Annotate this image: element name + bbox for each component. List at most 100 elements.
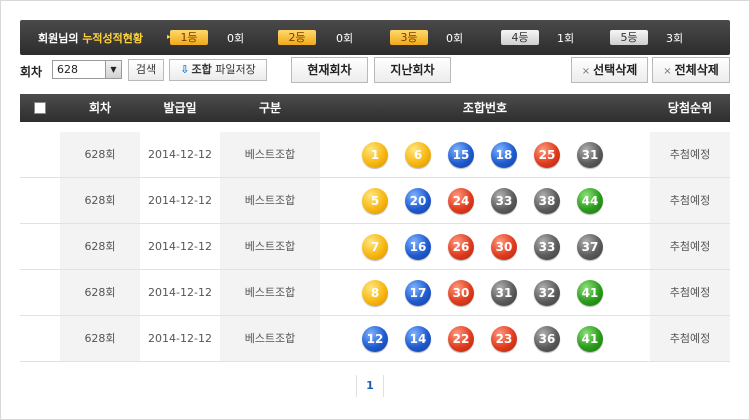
lotto-ball: 15 xyxy=(448,142,474,168)
search-button-label: 검색 xyxy=(135,63,157,76)
header-numbers: 조합번호 xyxy=(462,101,508,115)
close-icon: × xyxy=(663,66,672,77)
row-type: 베스트조합 xyxy=(220,132,320,177)
row-rank: 추첨예정 xyxy=(650,132,730,177)
current-round-label: 현재회차 xyxy=(307,63,352,77)
lotto-ball: 8 xyxy=(362,280,388,306)
row-issue-date: 2014-12-12 xyxy=(148,194,212,207)
lotto-ball: 38 xyxy=(534,188,560,214)
header-round: 회차 xyxy=(88,101,112,115)
lotto-ball: 30 xyxy=(491,234,517,260)
row-type: 베스트조합 xyxy=(220,270,320,315)
lotto-ball: 24 xyxy=(448,188,474,214)
table-row[interactable]: 628회 2014-12-12 베스트조합 추첨예정 1 6 15 18 25 31 xyxy=(20,132,730,178)
delete-selected-button[interactable]: × 선택삭제 xyxy=(571,57,648,83)
row-round: 628회 xyxy=(60,270,140,315)
table-row[interactable]: 628회 2014-12-12 베스트조합 추첨예정 12 14 22 23 36 41 xyxy=(20,316,730,362)
summary-title: 회원님의 누적성적현황 xyxy=(38,30,143,46)
rank-badge-3: 3등 xyxy=(390,30,428,45)
row-round: 628회 xyxy=(60,316,140,361)
chevron-down-icon[interactable]: ▼ xyxy=(105,61,121,78)
row-rank: 추첨예정 xyxy=(650,178,730,223)
lotto-ball: 14 xyxy=(405,326,431,352)
lotto-ball: 23 xyxy=(491,326,517,352)
header-rank: 당첨순위 xyxy=(667,101,713,115)
table-row[interactable]: 628회 2014-12-12 베스트조합 추첨예정 5 20 24 33 38 44 xyxy=(20,178,730,224)
lotto-ball: 31 xyxy=(491,280,517,306)
table-row[interactable]: 628회 2014-12-12 베스트조합 추첨예정 7 16 26 30 33 37 xyxy=(20,224,730,270)
close-icon: × xyxy=(581,66,591,77)
lotto-ball: 20 xyxy=(405,188,431,214)
row-issue-date: 2014-12-12 xyxy=(148,332,212,345)
lotto-number-balls: 7 16 26 30 33 37 xyxy=(362,234,620,260)
round-select[interactable]: 628 ▼ xyxy=(52,60,122,79)
delete-selected-label: 선택삭제 xyxy=(593,63,638,77)
row-round: 628회 xyxy=(60,224,140,269)
row-rank: 추첨예정 xyxy=(650,224,730,269)
lotto-ball: 18 xyxy=(491,142,517,168)
row-type: 베스트조합 xyxy=(220,224,320,269)
summary-title-highlight: 누적성적현황 xyxy=(82,32,144,45)
header-issue-date: 발급일 xyxy=(163,101,197,115)
past-round-button[interactable]: 지난회차 xyxy=(374,57,451,83)
lotto-ball: 41 xyxy=(577,280,603,306)
table-header: 회차 발급일 구분 조합번호 당첨순위 xyxy=(20,94,730,122)
round-label: 회차 xyxy=(20,65,43,79)
lotto-ball: 22 xyxy=(448,326,474,352)
lotto-ball: 5 xyxy=(362,188,388,214)
lotto-number-balls: 12 14 22 23 36 41 xyxy=(362,326,620,352)
rank-count-5: 3회 xyxy=(666,32,684,45)
lotto-ball: 7 xyxy=(362,234,388,260)
rank-count-3: 0회 xyxy=(446,32,464,45)
rank-count-4: 1회 xyxy=(557,32,575,45)
rank-badge-4: 4등 xyxy=(501,30,539,45)
page-number-current[interactable]: 1 xyxy=(356,375,384,397)
round-select-value: 628 xyxy=(57,63,78,76)
lotto-number-balls: 8 17 30 31 32 41 xyxy=(362,280,620,306)
cumulative-results-bar: 회원님의 누적성적현황 ▸ 1등 0회 2등 0회 3등 0회 4등 1회 5등… xyxy=(20,20,730,55)
lotto-ball: 1 xyxy=(362,142,388,168)
lotto-ball: 44 xyxy=(577,188,603,214)
row-issue-date: 2014-12-12 xyxy=(148,286,212,299)
lotto-ball: 26 xyxy=(448,234,474,260)
lotto-ball: 16 xyxy=(405,234,431,260)
table-row[interactable]: 628회 2014-12-12 베스트조합 추첨예정 8 17 30 31 32 41 xyxy=(20,270,730,316)
lotto-ball: 41 xyxy=(577,326,603,352)
rank-badge-5: 5등 xyxy=(610,30,648,45)
lotto-number-balls: 1 6 15 18 25 31 xyxy=(362,142,620,168)
lotto-ball: 33 xyxy=(491,188,517,214)
current-round-button[interactable]: 현재회차 xyxy=(291,57,368,83)
lotto-ball: 36 xyxy=(534,326,560,352)
header-type: 구분 xyxy=(258,101,282,115)
rank-badge-2: 2등 xyxy=(278,30,316,45)
delete-all-label: 전체삭제 xyxy=(674,63,719,77)
lotto-ball: 30 xyxy=(448,280,474,306)
lotto-ball: 31 xyxy=(577,142,603,168)
row-round: 628회 xyxy=(60,178,140,223)
rank-count-1: 0회 xyxy=(227,32,245,45)
save-button-label-bold: 조합 xyxy=(191,63,212,76)
delete-all-button[interactable]: × 전체삭제 xyxy=(652,57,730,83)
rank-count-2: 0회 xyxy=(336,32,354,45)
combination-table: 회차 발급일 구분 조합번호 당첨순위 628회 2014-12-12 베스트조합 추… xyxy=(20,94,730,362)
rank-badge-1: 1등 xyxy=(170,30,208,45)
lotto-ball: 37 xyxy=(577,234,603,260)
row-rank: 추첨예정 xyxy=(650,270,730,315)
lotto-ball: 6 xyxy=(405,142,431,168)
row-type: 베스트조합 xyxy=(220,178,320,223)
search-button[interactable]: 검색 xyxy=(128,59,164,81)
save-file-button[interactable]: ⇩ 조합 파일저장 xyxy=(169,59,267,81)
lotto-ball: 17 xyxy=(405,280,431,306)
save-button-label: 파일저장 xyxy=(211,63,256,76)
select-all-checkbox[interactable] xyxy=(34,102,46,114)
download-icon: ⇩ xyxy=(180,63,190,76)
lotto-ball: 25 xyxy=(534,142,560,168)
lotto-ball: 32 xyxy=(534,280,560,306)
lotto-ball: 12 xyxy=(362,326,388,352)
row-round: 628회 xyxy=(60,132,140,177)
row-rank: 추첨예정 xyxy=(650,316,730,361)
lotto-number-balls: 5 20 24 33 38 44 xyxy=(362,188,620,214)
row-type: 베스트조합 xyxy=(220,316,320,361)
row-issue-date: 2014-12-12 xyxy=(148,148,212,161)
summary-title-prefix: 회원님의 xyxy=(38,32,83,45)
